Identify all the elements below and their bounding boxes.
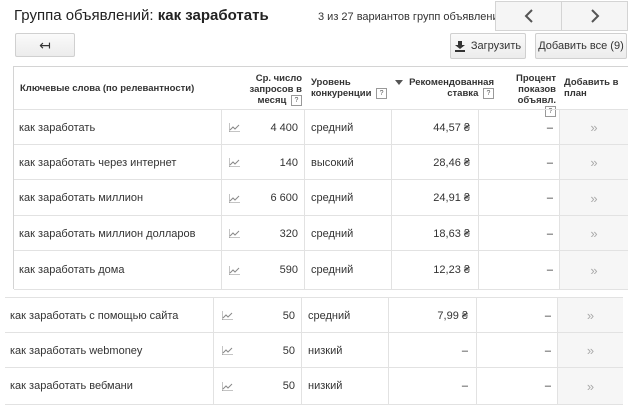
bid-cell: – <box>388 333 476 368</box>
competition-cell: низкий <box>301 368 388 404</box>
trend-chart-icon[interactable] <box>213 368 240 404</box>
keyword-cell: как заработать webmoney <box>10 344 143 357</box>
table-header-row: Ключевые слова (по релевантности) Ср. чи… <box>14 66 628 117</box>
upload-button-label: Загрузить <box>470 40 522 52</box>
table-row: как заработать миллион долларов 320 сред… <box>14 215 628 251</box>
help-icon[interactable]: ? <box>376 88 388 99</box>
help-icon[interactable]: ? <box>483 88 494 99</box>
bid-cell: 12,23 ₴ <box>391 251 478 289</box>
table-row: как заработать webmoney 50 низкий – – » <box>5 332 623 368</box>
col-share-header-label: Процент показов объявл. <box>516 73 556 106</box>
competition-cell: средний <box>304 216 391 251</box>
table-row: как заработать через интернет 140 высоки… <box>14 144 628 180</box>
competition-cell: низкий <box>301 333 388 368</box>
sort-desc-icon <box>395 79 404 85</box>
trend-chart-icon[interactable] <box>221 180 247 216</box>
add-to-plan-button[interactable]: » <box>559 110 628 145</box>
table-row: как заработать миллион 6 600 средний 24,… <box>14 179 628 216</box>
bid-cell: 28,46 ₴ <box>391 145 478 180</box>
share-cell: – <box>478 216 559 251</box>
add-to-plan-button[interactable]: » <box>557 333 623 368</box>
chevron-left-icon <box>524 9 533 23</box>
competition-cell: средний <box>301 298 388 333</box>
help-icon[interactable]: ? <box>291 95 302 106</box>
bid-cell: 7,99 ₴ <box>388 298 476 333</box>
share-cell: – <box>478 145 559 180</box>
volume-cell: 6 600 <box>270 192 298 204</box>
add-to-plan-button[interactable]: » <box>557 298 623 333</box>
keyword-cell: как заработать через интернет <box>19 156 177 169</box>
chevron-right-icon <box>590 9 599 23</box>
keyword-cell: как заработать <box>19 121 96 134</box>
volume-cell: 50 <box>282 344 295 357</box>
table-row: как заработать с помощью сайта 50 средни… <box>5 297 623 333</box>
bid-cell: 18,63 ₴ <box>391 216 478 251</box>
keyword-cell: как заработать дома <box>19 264 125 276</box>
ad-group-title: Группа объявлений: как заработать <box>14 7 269 24</box>
trend-chart-icon[interactable] <box>221 251 247 289</box>
add-to-plan-button[interactable]: » <box>559 145 628 180</box>
share-cell: – <box>476 298 557 333</box>
col-keyword-header[interactable]: Ключевые слова (по релевантности) <box>20 83 225 94</box>
volume-cell: 50 <box>282 309 295 322</box>
add-to-plan-button[interactable]: » <box>559 180 628 216</box>
volume-cell: 320 <box>279 227 298 240</box>
bid-cell: – <box>388 368 476 404</box>
pager-status: 3 из 27 вариантов групп объявлений <box>318 11 505 23</box>
col-add-header: Добавить в план <box>564 77 619 99</box>
ad-group-name: как заработать <box>157 7 269 24</box>
keyword-cell: как заработать вебмани <box>10 380 133 392</box>
prev-group-button[interactable] <box>496 2 561 30</box>
competition-cell: средний <box>304 180 391 216</box>
trend-chart-icon[interactable] <box>213 298 240 333</box>
col-competition-header[interactable]: Уровень конкуренции ? <box>311 77 391 99</box>
trend-chart-icon[interactable] <box>221 110 247 145</box>
add-all-button-label: Добавить все (9) <box>538 40 624 52</box>
back-arrow-icon: ↤ <box>39 36 51 53</box>
share-cell: – <box>476 333 557 368</box>
col-competition-header-label: Уровень конкуренции <box>311 77 372 100</box>
col-bid-header[interactable]: Рекомендованная ставка ? <box>394 77 494 99</box>
add-to-plan-button[interactable]: » <box>557 368 623 404</box>
volume-cell: 4 400 <box>270 121 298 134</box>
competition-cell: средний <box>304 251 391 289</box>
volume-cell: 140 <box>279 156 298 169</box>
download-icon <box>454 40 465 52</box>
competition-cell: высокий <box>304 145 391 180</box>
col-bid-header-label: Рекомендованная ставка <box>409 77 494 100</box>
upload-button[interactable]: Загрузить <box>450 33 526 59</box>
pager <box>495 1 628 31</box>
volume-cell: 590 <box>279 264 298 276</box>
bid-cell: 44,57 ₴ <box>391 110 478 145</box>
keyword-cell: как заработать миллион долларов <box>19 227 196 240</box>
trend-chart-icon[interactable] <box>221 145 247 180</box>
add-to-plan-button[interactable]: » <box>559 216 628 251</box>
trend-chart-icon[interactable] <box>221 216 247 251</box>
keyword-table: Ключевые слова (по релевантности) Ср. чи… <box>13 66 628 290</box>
share-cell: – <box>478 251 559 289</box>
volume-cell: 50 <box>282 380 295 392</box>
back-button[interactable]: ↤ <box>15 33 75 57</box>
trend-chart-icon[interactable] <box>213 333 240 368</box>
table-row: как заработать вебмани 50 низкий – – » <box>5 367 623 405</box>
keyword-cell: как заработать с помощью сайта <box>10 309 179 322</box>
share-cell: – <box>476 368 557 404</box>
next-group-button[interactable] <box>561 2 627 30</box>
share-cell: – <box>478 110 559 145</box>
share-cell: – <box>478 180 559 216</box>
keyword-cell: как заработать миллион <box>19 192 144 204</box>
competition-cell: средний <box>304 110 391 145</box>
table-row: как заработать дома 590 средний 12,23 ₴ … <box>14 250 628 290</box>
ad-group-title-prefix: Группа объявлений: <box>14 7 158 24</box>
add-all-button[interactable]: Добавить все (9) <box>535 33 627 59</box>
col-volume-header[interactable]: Ср. число запросов в месяц ? <box>246 73 302 106</box>
add-to-plan-button[interactable]: » <box>559 251 628 289</box>
bid-cell: 24,91 ₴ <box>391 180 478 216</box>
table-row: как заработать 4 400 средний 44,57 ₴ – » <box>14 109 628 145</box>
